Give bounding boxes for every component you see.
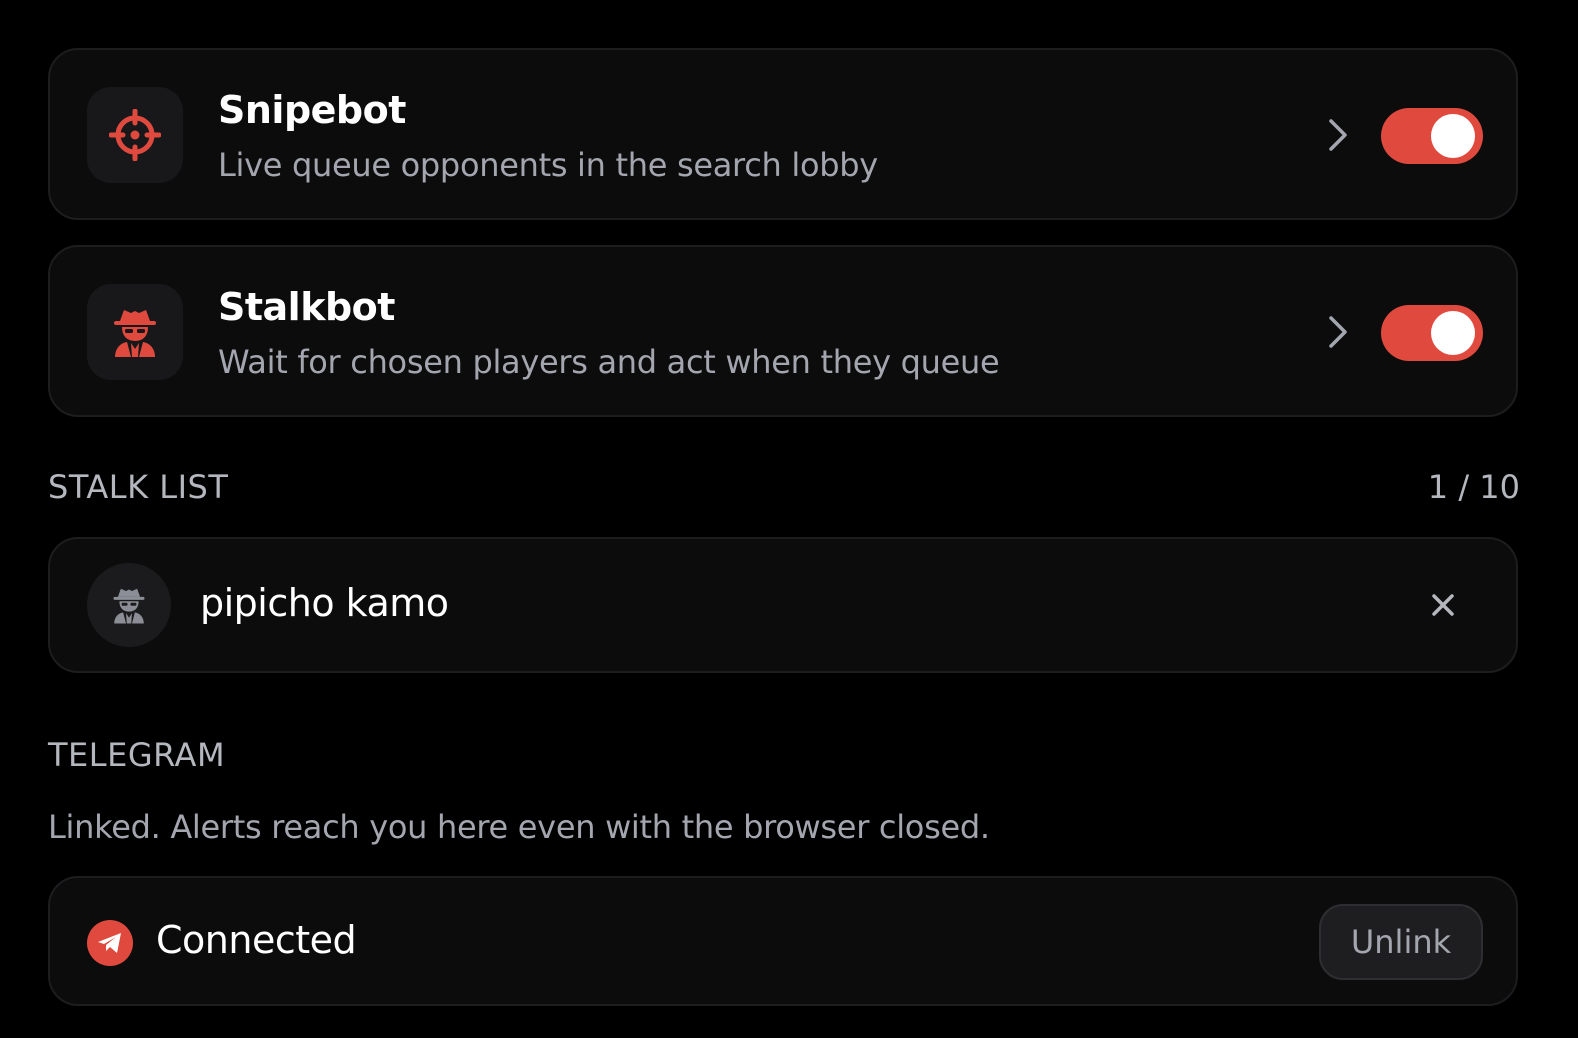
stalkbot-card[interactable]: Stalkbot Wait for chosen players and act… xyxy=(48,245,1518,417)
bot-description: Live queue opponents in the search lobby xyxy=(218,146,878,184)
chevron-right-icon[interactable] xyxy=(1318,310,1358,354)
telegram-description: Linked. Alerts reach you here even with … xyxy=(48,808,990,846)
spy-icon xyxy=(87,284,183,380)
crosshair-icon xyxy=(87,87,183,183)
stalk-list-count: 1 / 10 xyxy=(1427,468,1520,506)
chevron-right-icon[interactable] xyxy=(1318,113,1358,157)
player-name: pipicho kamo xyxy=(200,581,449,625)
toggle-knob xyxy=(1431,311,1475,355)
snipebot-toggle[interactable] xyxy=(1381,108,1483,164)
telegram-status: Connected xyxy=(156,918,357,962)
toggle-knob xyxy=(1431,114,1475,158)
snipebot-card[interactable]: Snipebot Live queue opponents in the sea… xyxy=(48,48,1518,220)
bot-title: Snipebot xyxy=(218,88,406,132)
unlink-button[interactable]: Unlink xyxy=(1319,904,1483,980)
telegram-card: Connected Unlink xyxy=(48,876,1518,1006)
bot-title: Stalkbot xyxy=(218,285,395,329)
stalk-list-label: STALK LIST xyxy=(48,468,229,506)
close-icon[interactable] xyxy=(1420,582,1466,628)
bot-description: Wait for chosen players and act when the… xyxy=(218,343,1000,381)
spy-icon xyxy=(87,563,171,647)
telegram-icon xyxy=(87,920,133,966)
telegram-label: TELEGRAM xyxy=(48,736,226,774)
stalkbot-toggle[interactable] xyxy=(1381,305,1483,361)
list-item: pipicho kamo xyxy=(48,537,1518,673)
